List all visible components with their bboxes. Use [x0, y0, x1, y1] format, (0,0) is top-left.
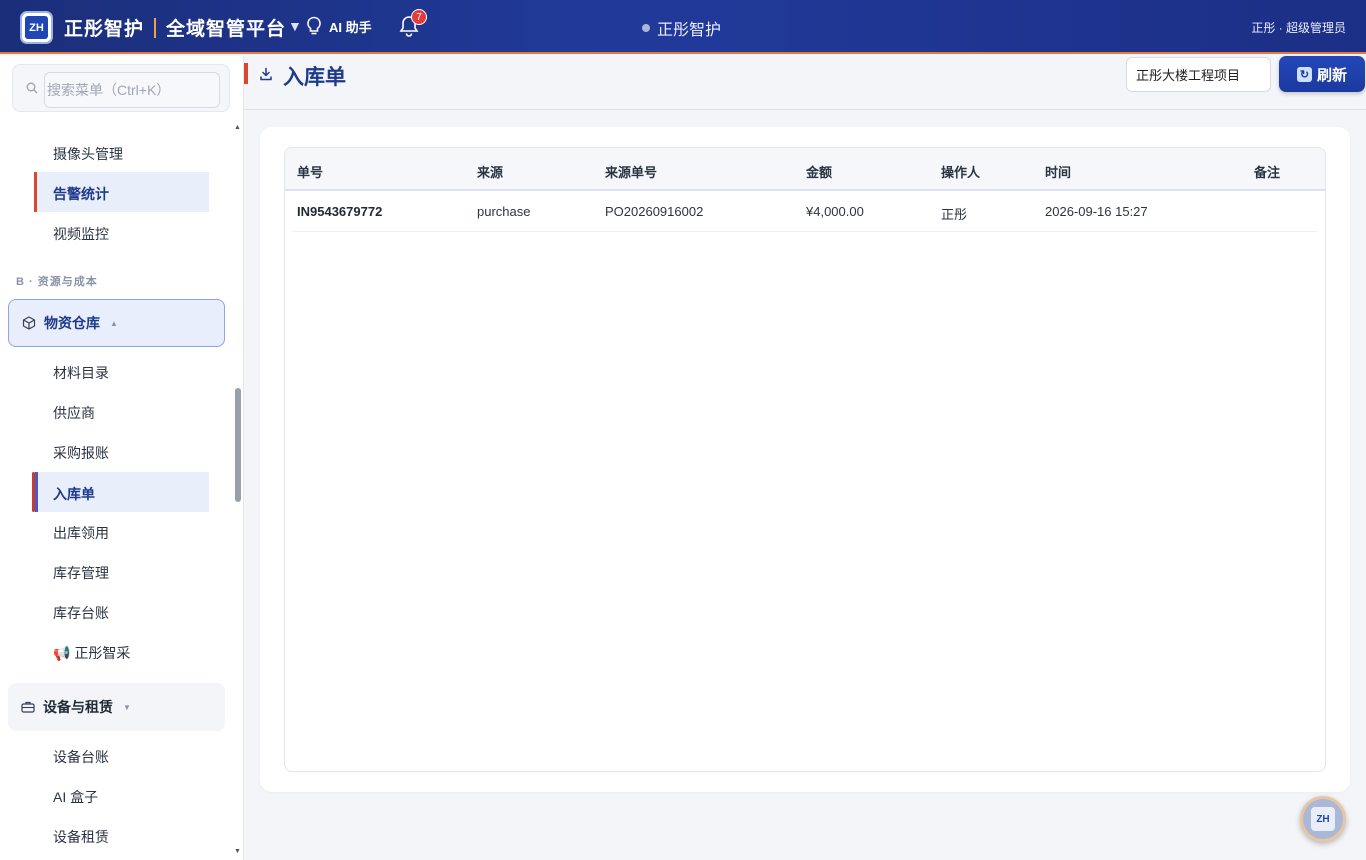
toolbox-icon [21, 701, 35, 713]
scroll-up-arrow-icon[interactable]: ▲ [234, 124, 241, 131]
sidebar-group-label: 设备与租赁 [43, 699, 113, 715]
sidebar-group-equipment[interactable]: 设备与租赁 ▼ [8, 683, 225, 731]
assistant-logo-icon: ZH [1311, 807, 1335, 831]
sidebar: ▲ ▼ 摄像头管理 告警统计 视频监控 B · 资源与成本 物资仓库 ▲ 材料目… [0, 56, 244, 860]
brand-title: 正彤智护 全域智管平台 [64, 14, 286, 41]
sidebar-group-label: 物资仓库 [44, 315, 100, 331]
status-dot-icon [642, 24, 650, 32]
page-title: 入库单 [283, 66, 346, 89]
ai-assistant-label: AI 助手 [329, 19, 372, 35]
refresh-button[interactable]: ↻ 刷新 [1279, 56, 1365, 92]
notification-count-badge: 7 [411, 9, 427, 25]
platform-switch-chevron-icon[interactable]: ▼ [288, 18, 302, 34]
column-header-time[interactable]: 时间 [1045, 162, 1071, 181]
page-title-accent-bar [244, 63, 248, 84]
sidebar-scrollbar-thumb[interactable] [235, 388, 241, 502]
sidebar-item-purchase-reimbursement[interactable]: 采购报账 [53, 443, 109, 463]
column-header-amount[interactable]: 金额 [806, 162, 832, 181]
cube-icon [22, 316, 36, 330]
brand-name: 正彤智护 [64, 19, 145, 40]
table-row[interactable]: IN9543679772 purchase PO20260916002 ¥4,0… [292, 191, 1317, 232]
refresh-button-label: 刷新 [1316, 66, 1347, 84]
sidebar-item-outbound-requisition[interactable]: 出库领用 [53, 523, 109, 543]
column-header-source-no[interactable]: 来源单号 [605, 162, 657, 181]
sidebar-item-suppliers[interactable]: 供应商 [53, 403, 95, 423]
sidebar-item-video-monitoring[interactable]: 视频监控 [53, 224, 109, 244]
inbound-orders-table: 单号 来源 来源单号 金额 操作人 时间 备注 IN9543679772 pur… [284, 147, 1326, 772]
platform-name: 全域智管平台 [166, 19, 287, 40]
menu-search-box [12, 64, 230, 112]
cell-source: purchase [477, 204, 531, 219]
cell-time: 2026-09-16 15:27 [1045, 204, 1148, 219]
sidebar-section-label: B · 资源与成本 [16, 276, 98, 288]
ai-assistant-button[interactable]: AI 助手 [305, 16, 372, 36]
sidebar-item-camera-management[interactable]: 摄像头管理 [53, 144, 123, 164]
sidebar-item-equipment-rental[interactable]: 设备租赁 [53, 827, 109, 847]
scroll-down-arrow-icon[interactable]: ▼ [234, 848, 241, 855]
sidebar-item-alarm-statistics[interactable]: 告警统计 [34, 172, 209, 212]
sidebar-item-ai-box[interactable]: AI 盒子 [53, 787, 98, 807]
sidebar-item-smart-procurement[interactable]: 📢 正彤智采 [53, 643, 130, 663]
column-header-source[interactable]: 来源 [477, 162, 503, 181]
center-title-text: 正彤智护 [657, 22, 722, 39]
project-select[interactable]: 正彤大楼工程项目 [1126, 57, 1271, 92]
top-header: ZH 正彤智护 全域智管平台 ▼ AI 助手 7 正彤智护 正彤 · 超级管理员 [0, 0, 1366, 54]
menu-search-input[interactable] [44, 72, 220, 108]
column-header-operator[interactable]: 操作人 [941, 162, 980, 181]
chevron-up-icon: ▲ [110, 318, 118, 328]
sidebar-item-equipment-ledger[interactable]: 设备台账 [53, 747, 109, 767]
page-header: 入库单 正彤大楼工程项目 ↻ 刷新 [244, 56, 1366, 110]
cell-order-no: IN9543679772 [297, 204, 383, 219]
cell-operator: 正彤 [941, 207, 968, 222]
refresh-icon: ↻ [1296, 66, 1312, 82]
user-menu[interactable]: 正彤 · 超级管理员 [1251, 19, 1346, 36]
floating-assistant-button[interactable]: ZH [1300, 796, 1346, 842]
column-header-remark[interactable]: 备注 [1254, 162, 1280, 181]
cell-amount: ¥4,000.00 [806, 204, 864, 219]
sidebar-item-inventory-ledger[interactable]: 库存台账 [53, 603, 109, 623]
sidebar-group-materials[interactable]: 物资仓库 ▲ [8, 299, 225, 347]
sidebar-item-label: 告警统计 [53, 186, 109, 202]
content-card: 单号 来源 来源单号 金额 操作人 时间 备注 IN9543679772 pur… [260, 127, 1350, 792]
logo-mark: ZH [25, 16, 48, 39]
lightbulb-icon [307, 16, 321, 35]
app-logo[interactable]: ZH [20, 11, 53, 44]
sidebar-item-material-catalog[interactable]: 材料目录 [53, 363, 109, 383]
search-icon [26, 82, 38, 94]
sidebar-item-label: 入库单 [53, 486, 95, 502]
column-header-order-no[interactable]: 单号 [297, 162, 323, 181]
header-center-title: 正彤智护 [642, 16, 721, 40]
table-header: 单号 来源 来源单号 金额 操作人 时间 备注 [285, 148, 1325, 191]
cell-source-no: PO20260916002 [605, 204, 704, 219]
brand-divider [154, 17, 157, 38]
download-icon [260, 67, 272, 81]
chevron-down-icon: ▼ [123, 702, 131, 712]
sidebar-item-inbound-orders[interactable]: 入库单 [32, 472, 209, 512]
sidebar-item-inventory-management[interactable]: 库存管理 [53, 563, 109, 583]
